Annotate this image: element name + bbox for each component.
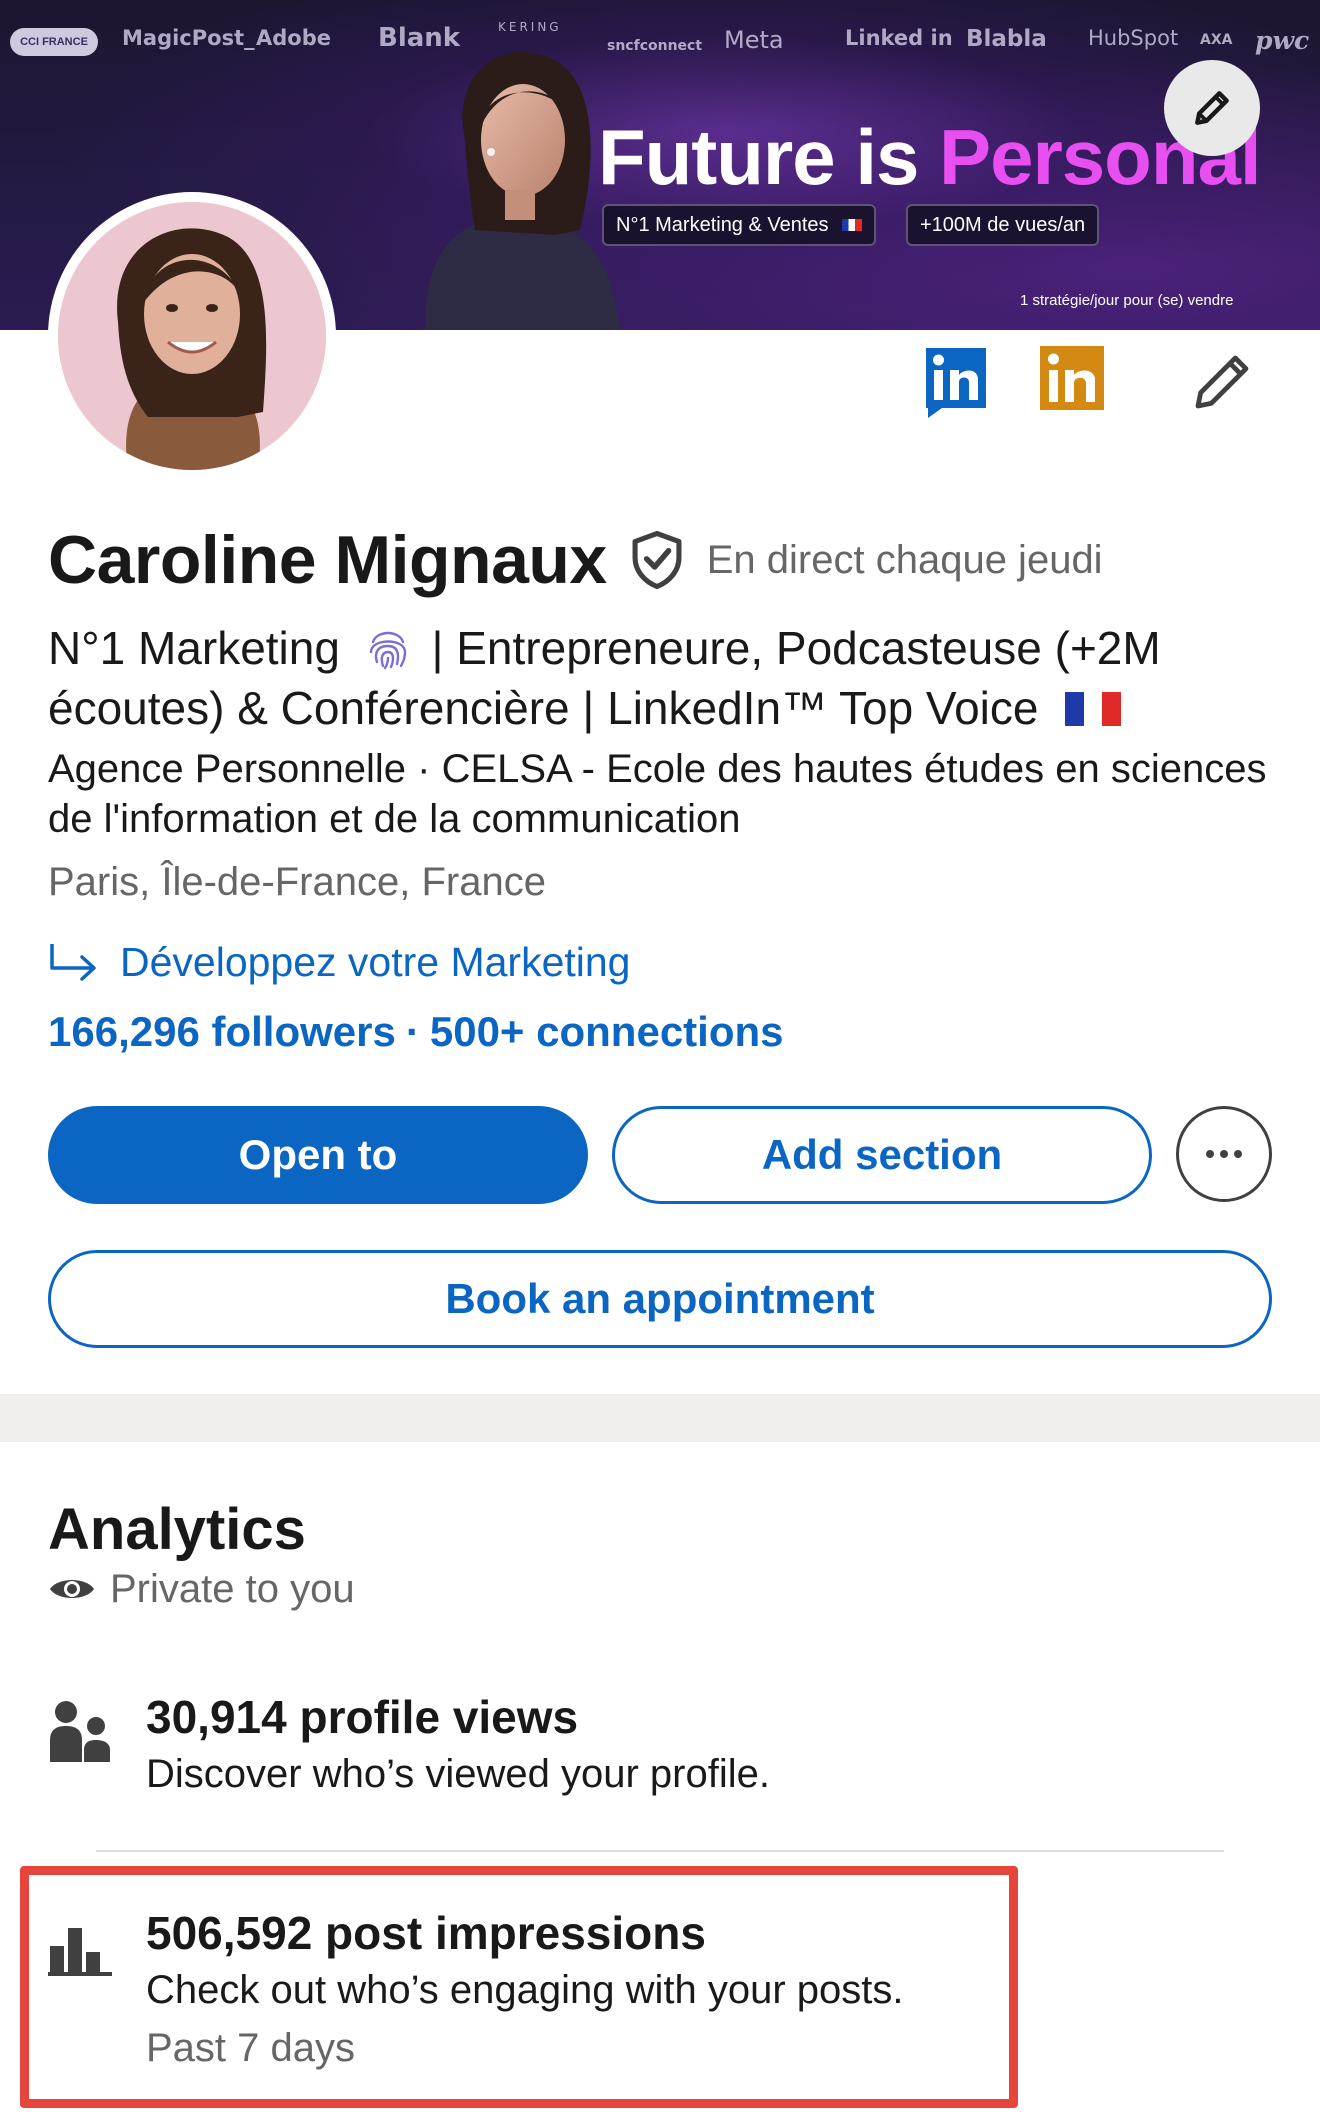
linkedin-in-blue-icon — [926, 348, 986, 418]
more-actions-button[interactable] — [1176, 1106, 1272, 1202]
followers-link[interactable]: 166,296 followers — [48, 1008, 396, 1055]
profile-headline: N°1 Marketing | Entrepreneure, Podcasteu… — [48, 618, 1288, 738]
headline-part-1: N°1 Marketing — [48, 622, 340, 674]
edit-banner-button[interactable] — [1164, 60, 1260, 156]
pencil-icon — [1195, 355, 1249, 409]
shield-check-icon[interactable] — [629, 530, 685, 590]
open-to-button[interactable]: Open to — [48, 1106, 588, 1204]
profile-custom-link-text: Développez votre Marketing — [120, 938, 631, 985]
logo-axa: AXA — [1200, 32, 1233, 48]
analytics-private-label: Private to you — [110, 1566, 355, 1611]
french-flag-icon — [1065, 680, 1122, 726]
bar-chart-icon — [48, 1928, 112, 1976]
analytics-privacy-note: Private to you — [48, 1564, 355, 1614]
banner-badge-views: +100M de vues/an — [906, 204, 1100, 246]
banner-tagline: 1 stratégie/jour pour (se) vendre — [1020, 292, 1234, 309]
post-impressions-period: Past 7 days — [146, 2026, 356, 2070]
add-section-button[interactable]: Add section — [612, 1106, 1152, 1204]
profile-custom-link[interactable]: Développez votre Marketing — [48, 934, 630, 990]
logo-meta: Meta — [724, 26, 784, 54]
french-flag-icon — [842, 219, 863, 231]
logo-magicpost: MagicPost_ — [122, 26, 255, 50]
banner-headline-main: Future is — [598, 113, 940, 201]
logo-adobe: Adobe — [256, 26, 331, 50]
banner-badge-marketing-text: N°1 Marketing & Ventes — [616, 214, 829, 236]
profile-company-education: Agence Personnelle · CELSA - Ecole des h… — [48, 747, 1267, 841]
edit-intro-button[interactable] — [1190, 350, 1254, 419]
logo-blabla: Blabla — [966, 26, 1047, 52]
linkedin-premium-badge[interactable] — [924, 346, 988, 425]
book-appointment-button[interactable]: Book an appointment — [48, 1250, 1272, 1348]
profile-avatar[interactable] — [48, 192, 336, 480]
fingerprint-emoji-icon — [369, 631, 406, 670]
stats-separator: · — [405, 1008, 420, 1055]
eye-icon — [50, 1580, 94, 1598]
connections-link[interactable]: 500+ connections — [430, 1008, 784, 1055]
post-impressions-title: 506,592 post impressions — [146, 1907, 706, 1959]
logo-cci-france: CCI FRANCE — [10, 28, 98, 56]
linkedin-in-gold-icon — [1040, 346, 1104, 410]
avatar-portrait — [58, 202, 326, 470]
profile-live-label: En direct chaque jeudi — [706, 537, 1103, 582]
profile-name: Caroline Mignaux — [48, 522, 607, 598]
section-divider — [0, 1394, 1320, 1442]
metric-divider — [96, 1850, 1224, 1852]
client-logo-strip: CCI FRANCE MagicPost_ Adobe Blank KERING… — [0, 20, 1320, 66]
return-arrow-icon — [50, 944, 96, 981]
post-impressions-description: Check out who’s engaging with your posts… — [146, 1968, 904, 2012]
banner-headline: Future is Personal — [598, 112, 1262, 203]
profile-views-metric[interactable]: 30,914 profile views Discover who’s view… — [48, 1690, 1272, 1810]
profile-name-row: Caroline Mignaux En direct chaque jeudi — [48, 520, 1103, 600]
profile-location: Paris, Île-de-France, France — [48, 860, 546, 904]
logo-linkedin: Linked in — [845, 26, 953, 50]
profile-views-title: 30,914 profile views — [146, 1691, 579, 1743]
linkedin-gold-badge[interactable] — [1040, 346, 1104, 415]
ellipsis-icon — [1206, 1150, 1214, 1158]
logo-pwc: pwc — [1255, 26, 1310, 55]
profile-network-stats: 166,296 followers · 500+ connections — [48, 1008, 784, 1056]
profile-views-description: Discover who’s viewed your profile. — [146, 1752, 770, 1796]
banner-badge-marketing: N°1 Marketing & Ventes — [602, 204, 877, 246]
pencil-icon — [1195, 91, 1229, 125]
post-impressions-metric[interactable]: 506,592 post impressions Check out who’s… — [48, 1906, 1272, 2086]
logo-hubspot: HubSpot — [1088, 26, 1179, 50]
people-icon — [50, 1701, 110, 1762]
analytics-section-title: Analytics — [48, 1497, 306, 1562]
